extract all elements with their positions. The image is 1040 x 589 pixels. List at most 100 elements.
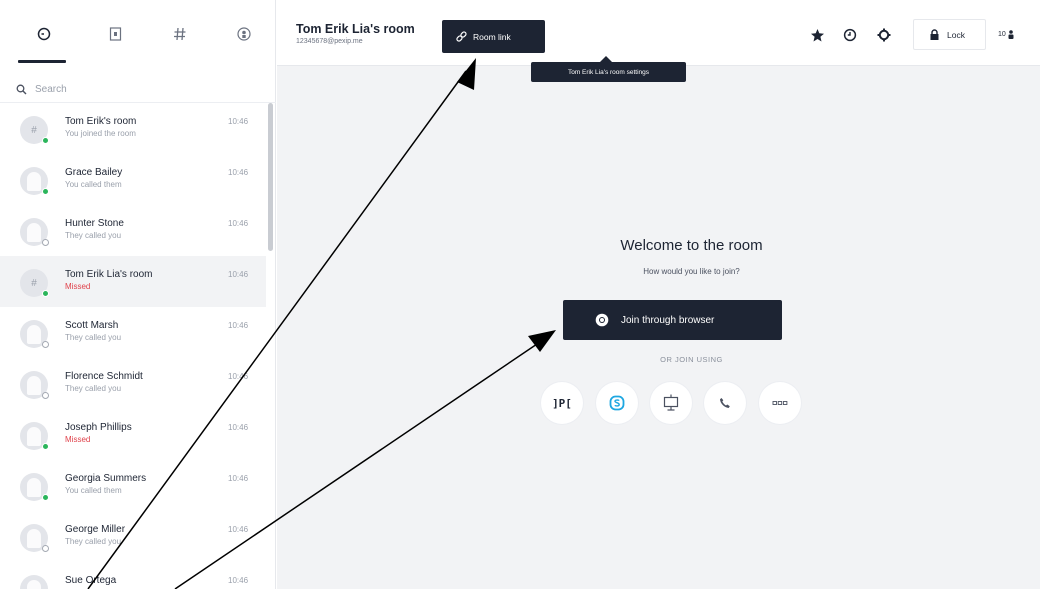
room-link-button[interactable]: Room link [442, 20, 545, 53]
list-item-status: They called you [65, 537, 122, 546]
list-item-status: They called you [65, 384, 122, 393]
list-item[interactable]: Hunter Stone They called you 10:46 [0, 205, 266, 256]
list-item-time: 10:46 [228, 168, 249, 177]
join-video-system-button[interactable] [650, 382, 692, 424]
list-item-name: Georgia Summers [65, 473, 147, 484]
lock-label: Lock [947, 29, 965, 40]
history-icon [843, 28, 857, 42]
link-icon [456, 31, 467, 42]
skype-icon [609, 395, 625, 411]
presence-indicator [42, 188, 49, 195]
presence-indicator [42, 392, 49, 399]
list-scrollbar[interactable] [268, 103, 273, 251]
main-area [277, 0, 1040, 589]
list-item-time: 10:46 [228, 423, 249, 432]
welcome-subtitle-text: How would you like to join? [643, 267, 740, 276]
search-icon [16, 84, 27, 94]
list-item-status: You called them [65, 180, 122, 189]
list-item-name: Grace Bailey [65, 167, 123, 178]
presence-indicator [42, 494, 49, 501]
join-more-button[interactable] [759, 382, 801, 424]
welcome-title: Welcome to the room [277, 237, 1040, 254]
avatar [20, 575, 48, 589]
lock-icon [930, 29, 939, 40]
settings-button[interactable] [875, 26, 893, 44]
lock-button[interactable]: Lock [913, 19, 986, 50]
list-item[interactable]: Georgia Summers You called them 10:46 [0, 460, 266, 511]
person-icon [1008, 30, 1014, 39]
room-address: 12345678@pexip.me [296, 38, 363, 45]
list-item-time: 10:46 [228, 117, 249, 126]
welcome-title-text: Welcome to the room [620, 237, 763, 254]
or-join-text: OR JOIN USING [660, 355, 723, 364]
list-item[interactable]: Florence Schmidt They called you 10:46 [0, 358, 266, 409]
clock-icon [37, 27, 51, 41]
list-item-status: You called them [65, 486, 122, 495]
list-item-status: Missed [65, 282, 91, 291]
list-item-name: Joseph Phillips [65, 422, 132, 433]
list-item-name: George Miller [65, 524, 126, 535]
list-item-name: Hunter Stone [65, 218, 124, 229]
list-item-name: Sue Ortega [65, 575, 117, 586]
presence-indicator [42, 290, 49, 297]
list-item[interactable]: Grace Bailey You called them 10:46 [0, 154, 266, 205]
contacts-icon [109, 27, 121, 41]
sidebar-tabs [0, 0, 276, 66]
list-item[interactable]: Scott Marsh They called you 10:46 [0, 307, 266, 358]
chrome-icon [595, 313, 609, 327]
star-icon [810, 28, 824, 41]
list-item-status: They called you [65, 333, 122, 342]
list-item-name: Tom Erik's room [65, 116, 137, 127]
join-pexip-button[interactable]: ]P[ [541, 382, 583, 424]
welcome-subtitle: How would you like to join? [277, 267, 1040, 276]
tab-recents[interactable] [32, 22, 56, 46]
search-input[interactable] [35, 83, 235, 95]
more-icon [772, 401, 788, 405]
list-item[interactable]: Sue OrtegaYou called Sue10:46 [0, 562, 266, 589]
list-item[interactable]: # Tom Erik Lia's room Missed 10:46 [0, 256, 266, 307]
list-item-name: Tom Erik Lia's room [65, 269, 153, 280]
favorite-button[interactable] [808, 26, 826, 44]
monitor-icon [663, 394, 679, 411]
list-item[interactable]: # Tom Erik's room You joined the room 10:46 [0, 103, 266, 154]
list-item-status: They called you [65, 231, 122, 240]
tab-rooms[interactable] [168, 22, 192, 46]
settings-tooltip: Tom Erik Lia's room settings [531, 62, 686, 82]
join-phone-button[interactable] [704, 382, 746, 424]
list-item-status: You joined the room [65, 129, 136, 138]
room-title: Tom Erik Lia's room [296, 22, 415, 36]
list-item[interactable]: Joseph Phillips Missed 10:46 [0, 409, 266, 460]
participant-count: 10 [998, 31, 1006, 38]
presence-indicator [42, 239, 49, 246]
pexip-icon: ]P[ [552, 396, 572, 410]
list-item[interactable]: George Miller They called you 10:46 [0, 511, 266, 562]
presence-indicator [42, 443, 49, 450]
gear-icon [877, 28, 891, 42]
presence-indicator [42, 137, 49, 144]
hash-icon [174, 27, 186, 41]
join-skype-button[interactable] [596, 382, 638, 424]
or-join-label: OR JOIN USING [277, 355, 1040, 364]
sidebar: #Tom Erik's roomYou joined the room10:46… [0, 0, 276, 589]
room-link-label: Room link [473, 31, 511, 42]
list-item-time: 10:46 [228, 270, 249, 279]
list-item-time: 10:46 [228, 372, 249, 381]
profile-icon [237, 27, 251, 41]
room-header: Tom Erik Lia's room 12345678@pexip.me Ro… [277, 0, 1040, 66]
participants-button[interactable]: 10 [998, 30, 1014, 39]
list-item-time: 10:46 [228, 321, 249, 330]
list-item-time: 10:46 [228, 525, 249, 534]
tab-contacts[interactable] [103, 22, 127, 46]
join-browser-label: Join through browser [621, 314, 715, 326]
list-item-time: 10:46 [228, 474, 249, 483]
active-tab-indicator [18, 60, 66, 63]
list-item-name: Scott Marsh [65, 320, 119, 331]
join-browser-button[interactable]: Join through browser [563, 300, 782, 340]
search-bar [16, 78, 256, 100]
presence-indicator [42, 341, 49, 348]
presence-indicator [42, 545, 49, 552]
phone-icon [720, 398, 730, 408]
history-button[interactable] [841, 26, 859, 44]
tab-profile[interactable] [232, 22, 256, 46]
list-item-time: 10:46 [228, 219, 249, 228]
